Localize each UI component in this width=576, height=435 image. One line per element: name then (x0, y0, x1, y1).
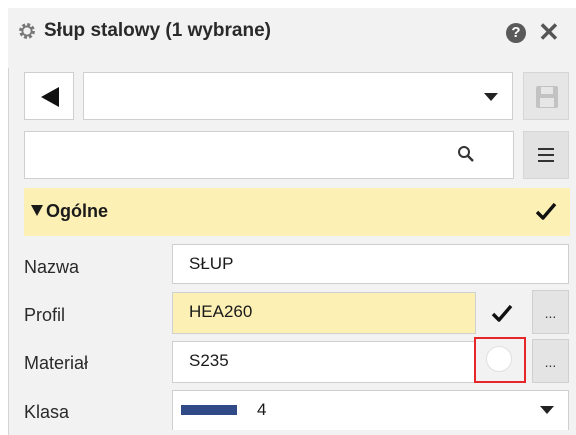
question-circle-icon[interactable]: ? (506, 23, 526, 43)
property-value-name: SŁUP (189, 254, 234, 273)
search-input[interactable] (33, 140, 437, 172)
checkmark-icon[interactable] (491, 303, 513, 323)
highlight-box (474, 337, 526, 383)
menu-line-icon (538, 148, 554, 150)
arrow-left-icon (41, 87, 59, 107)
search-icon[interactable] (457, 145, 475, 163)
property-label-name: Nazwa (24, 257, 80, 277)
gear-icon (19, 23, 35, 39)
section-header-general[interactable]: Ogólne (24, 188, 570, 236)
chevron-down-icon[interactable] (540, 406, 554, 414)
title-bar: Słup stalowy (1 wybrane) ? ✕ (8, 8, 576, 68)
preset-dropdown[interactable] (83, 72, 513, 120)
class-color-swatch (181, 405, 237, 415)
chevron-down-icon (484, 93, 498, 101)
property-field-profile[interactable]: HEA260 (172, 292, 476, 334)
close-icon[interactable]: ✕ (538, 18, 560, 46)
section-title: Ogólne (46, 201, 108, 221)
property-field-material[interactable]: S235 (172, 341, 476, 383)
save-icon (536, 86, 558, 108)
property-field-name[interactable]: SŁUP (172, 244, 569, 284)
back-button[interactable] (24, 72, 74, 120)
property-label-material: Materiał (24, 353, 89, 373)
property-field-class[interactable]: 4 (172, 390, 569, 430)
triangle-down-icon (31, 205, 43, 216)
profile-browse-button[interactable]: ... (532, 290, 569, 334)
property-value-material: S235 (189, 351, 229, 370)
search-field[interactable] (24, 131, 514, 179)
property-value-class: 4 (257, 400, 267, 419)
menu-line-icon (538, 154, 554, 156)
property-label-class: Klasa (24, 402, 70, 422)
material-browse-button[interactable]: ... (532, 339, 569, 383)
property-value-profile: HEA260 (189, 302, 253, 321)
checkmark-icon[interactable] (535, 201, 557, 221)
window-title: Słup stalowy (1 wybrane) (44, 20, 271, 41)
property-label-profile: Profil (24, 305, 66, 325)
save-button[interactable] (523, 72, 569, 120)
hamburger-menu-button[interactable] (523, 131, 569, 179)
menu-line-icon (538, 160, 554, 162)
